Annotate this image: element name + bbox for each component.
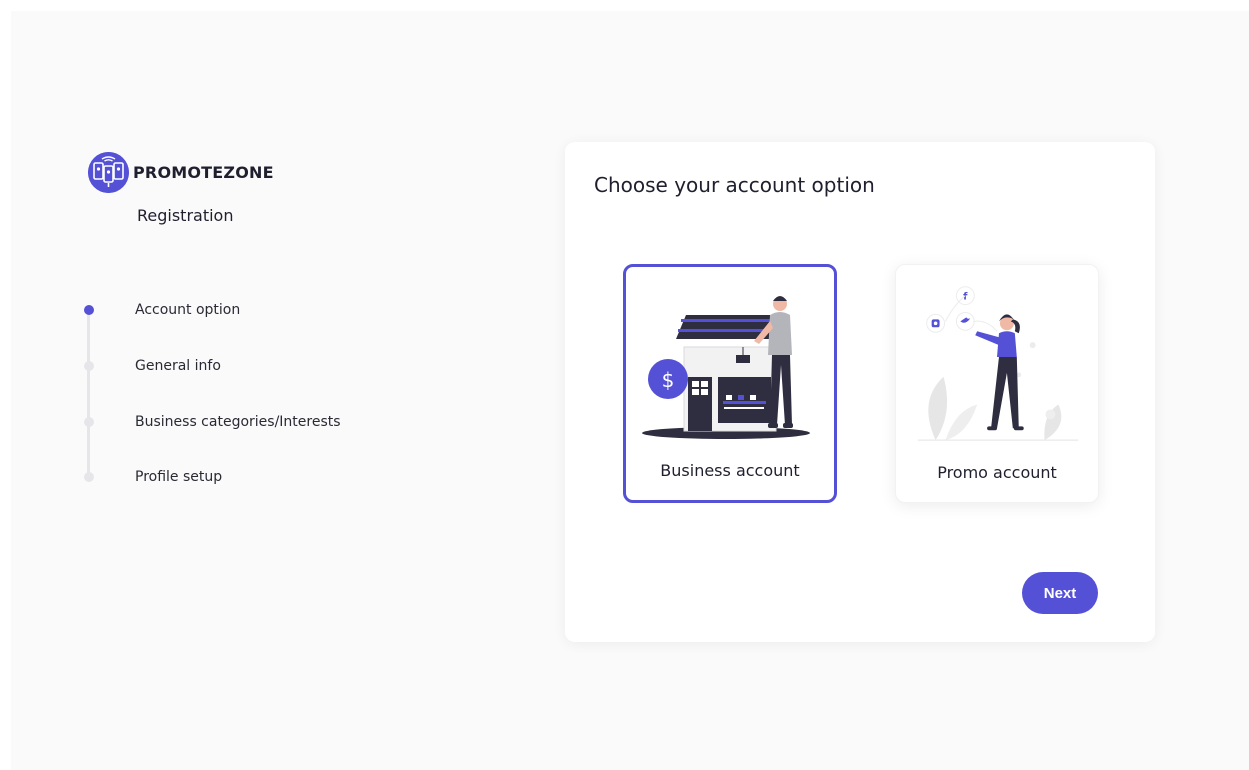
step-label: General info — [135, 358, 221, 374]
step-dot — [83, 417, 94, 427]
registration-stepper: Account option General info Business cat… — [83, 299, 403, 499]
storefront-illustration: $ — [642, 296, 810, 439]
section-title: Registration — [137, 206, 234, 225]
step-profile-setup[interactable]: Profile setup — [83, 466, 222, 488]
stepper-rail — [87, 309, 90, 477]
promo-account-option[interactable]: f Promo account — [895, 264, 1099, 503]
step-account-option[interactable]: Account option — [83, 299, 240, 321]
next-button[interactable]: Next — [1022, 572, 1098, 614]
promotezone-logo-icon — [88, 152, 129, 193]
step-dot-active — [83, 305, 94, 315]
step-label: Profile setup — [135, 469, 223, 485]
card-title: Choose your account option — [594, 173, 875, 197]
account-option-card: Choose your account option $ Business ac… — [565, 142, 1155, 642]
social-promoter-illustration: f — [917, 286, 1079, 441]
step-label: Business categories/Interests — [135, 414, 341, 430]
step-dot — [83, 472, 94, 482]
svg-text:$: $ — [662, 368, 675, 392]
option-label: Business account — [660, 461, 800, 480]
step-business-categories[interactable]: Business categories/Interests — [83, 411, 341, 433]
brand-name: PROMOTEZONE — [133, 163, 274, 182]
step-label: Account option — [135, 302, 241, 318]
step-dot — [83, 361, 94, 371]
step-general-info[interactable]: General info — [83, 355, 221, 377]
brand: PROMOTEZONE — [88, 152, 274, 193]
option-label: Promo account — [937, 463, 1057, 482]
business-account-option[interactable]: $ Business account — [623, 264, 837, 503]
